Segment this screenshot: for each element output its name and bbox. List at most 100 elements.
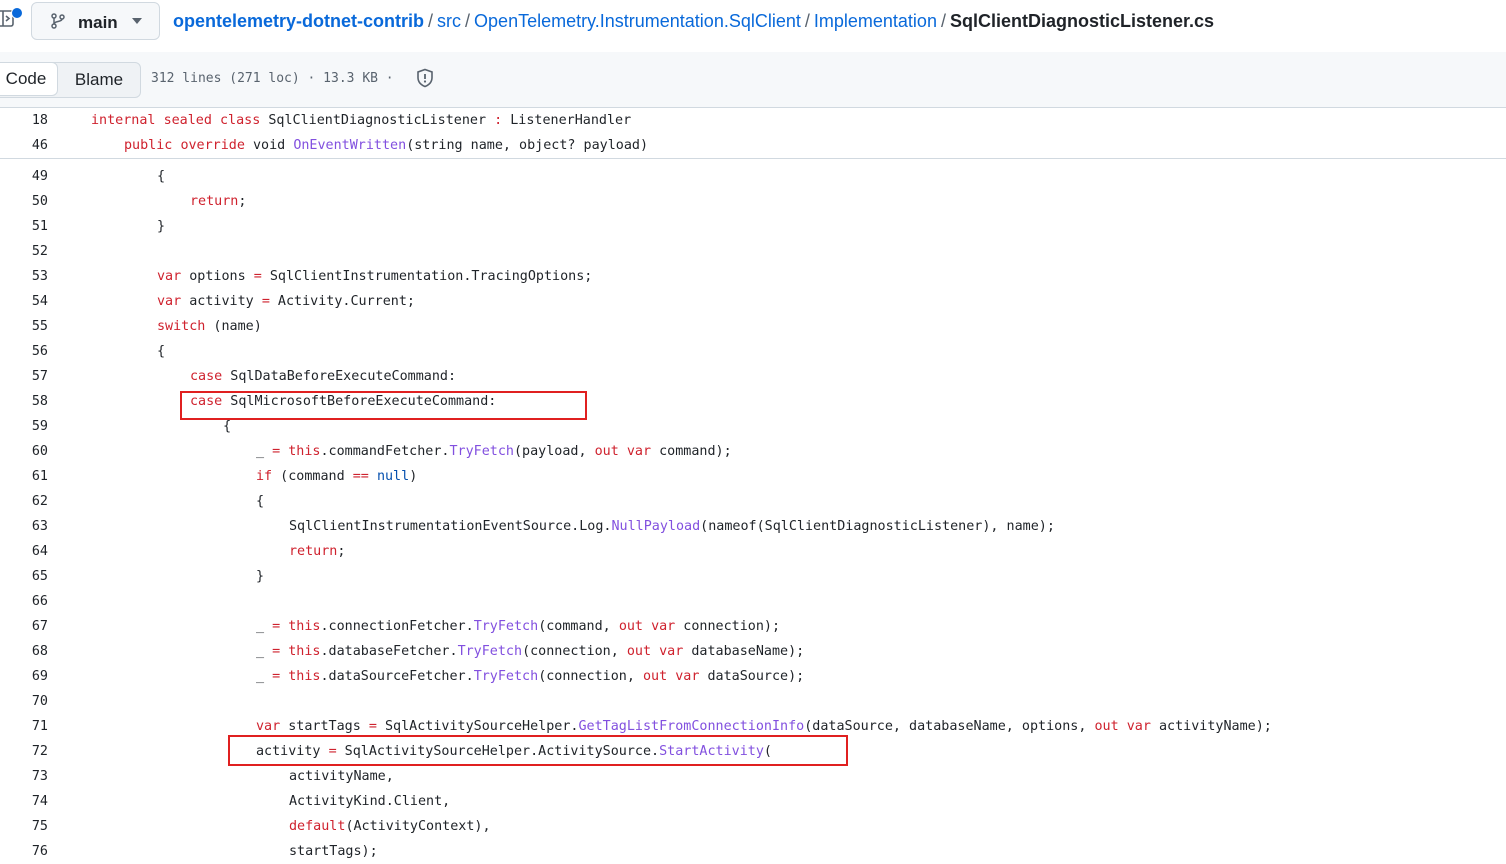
code-token: switch [157, 319, 206, 334]
code-token: (ActivityContext), [345, 819, 491, 834]
code-token: startTags); [289, 844, 378, 859]
line-number[interactable]: 49 [0, 164, 48, 189]
breadcrumb-separator: / [804, 11, 810, 31]
line-number[interactable]: 76 [0, 839, 48, 864]
code-line[interactable]: 52 [0, 239, 1506, 264]
code-token: case [190, 394, 223, 409]
tab-blame[interactable]: Blame [58, 63, 140, 97]
branch-selector-button[interactable]: main [31, 2, 160, 40]
breadcrumb-src-link[interactable]: src [437, 11, 461, 31]
code-line[interactable]: 59 { [0, 414, 1506, 439]
line-number[interactable]: 74 [0, 789, 48, 814]
code-line[interactable]: 62 { [0, 489, 1506, 514]
line-number[interactable]: 52 [0, 239, 48, 264]
line-number[interactable]: 53 [0, 264, 48, 289]
line-number[interactable]: 68 [0, 639, 48, 664]
code-token: { [157, 169, 166, 184]
code-token: command); [651, 444, 732, 459]
code-token: ) [409, 469, 418, 484]
line-number[interactable]: 69 [0, 664, 48, 689]
line-number[interactable]: 50 [0, 189, 48, 214]
code-line[interactable]: 68 _ = this.databaseFetcher.TryFetch(conn… [0, 639, 1506, 664]
line-number[interactable]: 51 [0, 214, 48, 239]
line-number[interactable]: 60 [0, 439, 48, 464]
code-line[interactable]: 64 return; [0, 539, 1506, 564]
code-line[interactable]: 46 public override void OnEventWritten(st… [0, 133, 1506, 158]
code-line[interactable]: 49 { [0, 164, 1506, 189]
code-text: { [256, 489, 264, 514]
breadcrumb-project-link[interactable]: OpenTelemetry.Instrumentation.SqlClient [474, 11, 801, 31]
code-token: out [618, 619, 643, 634]
code-token: (command [272, 469, 353, 484]
code-text: startTags); [289, 839, 378, 864]
code-token: dataSource); [699, 669, 805, 684]
line-number[interactable]: 18 [0, 108, 48, 133]
code-line[interactable]: 57 case SqlDataBeforeExecuteCommand: [0, 364, 1506, 389]
line-number[interactable]: 46 [0, 133, 48, 158]
line-number[interactable]: 75 [0, 814, 48, 839]
code-token: if [256, 469, 273, 484]
code-token: (connection, [522, 644, 627, 659]
code-line[interactable]: 54 var activity = Activity.Current; [0, 289, 1506, 314]
code-token: SqlClientInstrumentation.TracingOptions; [261, 269, 593, 284]
line-number[interactable]: 57 [0, 364, 48, 389]
line-number[interactable]: 56 [0, 339, 48, 364]
code-line[interactable]: 72 activity = SqlActivitySourceHelper.Act… [0, 739, 1506, 764]
code-line[interactable]: 74 ActivityKind.Client, [0, 789, 1506, 814]
code-token: this [288, 644, 321, 659]
line-number[interactable]: 64 [0, 539, 48, 564]
line-number[interactable]: 55 [0, 314, 48, 339]
line-number[interactable]: 62 [0, 489, 48, 514]
code-line[interactable]: 76 startTags); [0, 839, 1506, 864]
line-number[interactable]: 63 [0, 514, 48, 539]
code-token: internal [91, 113, 156, 128]
code-line[interactable]: 69 _ = this.dataSourceFetcher.TryFetch(co… [0, 664, 1506, 689]
code-token: ListenerHandler [502, 113, 632, 128]
line-number[interactable]: 73 [0, 764, 48, 789]
code-line[interactable]: 18 internal sealed class SqlClientDiagnos… [0, 108, 1506, 133]
code-token: = [261, 294, 270, 309]
code-token: activityName, [289, 769, 394, 784]
code-token: var [256, 719, 281, 734]
line-number[interactable]: 54 [0, 289, 48, 314]
line-number[interactable]: 71 [0, 714, 48, 739]
breadcrumb-repo-link[interactable]: opentelemetry-dotnet-contrib [173, 11, 424, 31]
line-number[interactable]: 66 [0, 589, 48, 614]
line-number[interactable]: 61 [0, 464, 48, 489]
line-number[interactable]: 70 [0, 689, 48, 714]
line-number[interactable]: 72 [0, 739, 48, 764]
code-text: activity = SqlActivitySourceHelper.Activ… [256, 739, 772, 764]
code-line[interactable]: 50 return; [0, 189, 1506, 214]
code-line[interactable]: 60 _ = this.commandFetcher.TryFetch(paylo… [0, 439, 1506, 464]
code-line[interactable]: 55 switch (name) [0, 314, 1506, 339]
code-token: out [1094, 719, 1119, 734]
shield-icon[interactable] [416, 68, 434, 88]
code-line[interactable]: 67 _ = this.connectionFetcher.TryFetch(co… [0, 614, 1506, 639]
code-token: = [368, 719, 377, 734]
code-line[interactable]: 73 activityName, [0, 764, 1506, 789]
code-text: default(ActivityContext), [289, 814, 491, 839]
line-number[interactable]: 58 [0, 389, 48, 414]
line-number[interactable]: 65 [0, 564, 48, 589]
line-number[interactable]: 59 [0, 414, 48, 439]
code-line[interactable]: 53 var options = SqlClientInstrumentation… [0, 264, 1506, 289]
sticky-scope-header: 18 internal sealed class SqlClientDiagnos… [0, 108, 1506, 159]
code-line[interactable]: 58 case SqlMicrosoftBeforeExecuteCommand: [0, 389, 1506, 414]
code-line[interactable]: 63 SqlClientInstrumentationEventSource.Lo… [0, 514, 1506, 539]
code-line[interactable]: 65} [0, 564, 1506, 589]
tab-code[interactable]: Code [0, 62, 58, 96]
code-line[interactable]: 71 var startTags = SqlActivitySourceHelpe… [0, 714, 1506, 739]
code-token: null [376, 469, 410, 484]
line-number[interactable]: 67 [0, 614, 48, 639]
code-token: var [651, 619, 676, 634]
code-line[interactable]: 75 default(ActivityContext), [0, 814, 1506, 839]
code-line[interactable]: 70 [0, 689, 1506, 714]
code-line[interactable]: 51} [0, 214, 1506, 239]
code-line[interactable]: 56 { [0, 339, 1506, 364]
breadcrumb-implementation-link[interactable]: Implementation [814, 11, 937, 31]
code-line[interactable]: 66 [0, 589, 1506, 614]
code-line[interactable]: 61 if (command == null) [0, 464, 1506, 489]
